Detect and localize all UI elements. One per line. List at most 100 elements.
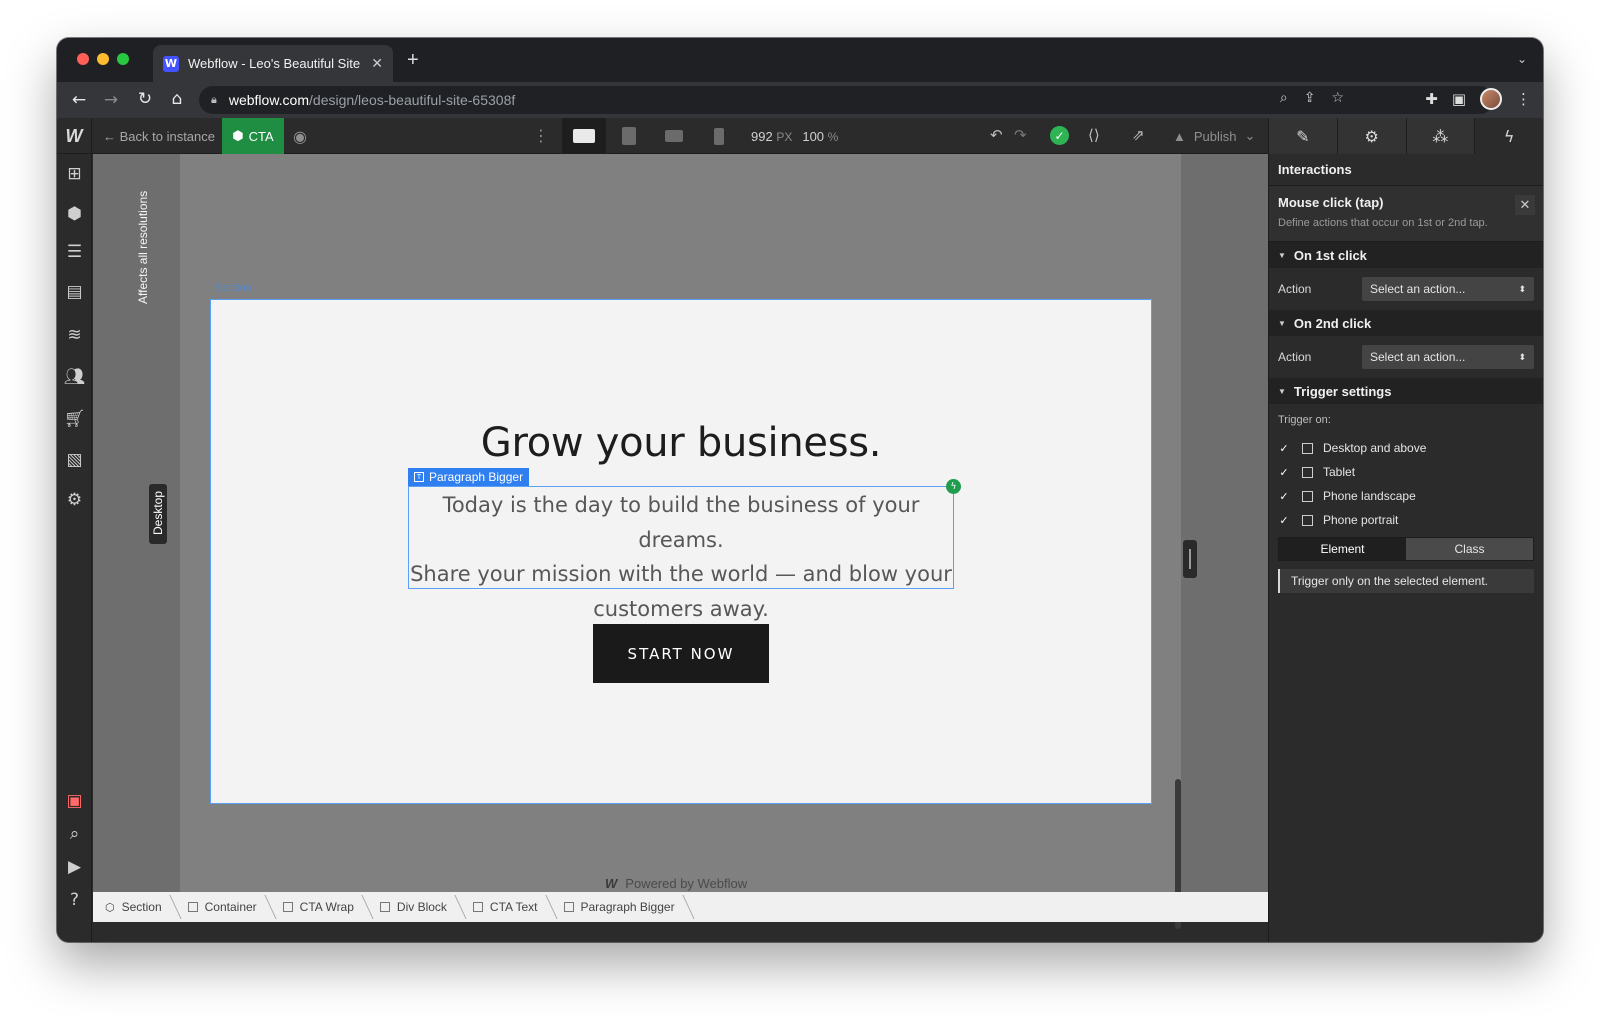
url-field[interactable]: 🔒︎ webflow.com/design/leos-beautiful-sit… bbox=[199, 86, 1494, 114]
section-hover-label: Section bbox=[215, 282, 252, 294]
share-export-icon[interactable]: ⇗ bbox=[1132, 126, 1145, 144]
section-element[interactable]: Grow your business. T Paragraph Bigger T… bbox=[210, 299, 1152, 804]
video-icon[interactable]: ▶ bbox=[57, 857, 92, 877]
box-icon bbox=[379, 902, 390, 912]
canvas-width-unit: PX bbox=[776, 129, 793, 144]
breakpoint-phone-portrait-button[interactable] bbox=[697, 118, 741, 154]
breadcrumb-item[interactable]: ⬡ Section bbox=[93, 892, 176, 922]
breadcrumb-item[interactable]: Paragraph Bigger bbox=[552, 892, 689, 922]
breadcrumb-item[interactable]: CTA Text bbox=[461, 892, 552, 922]
settings-icon[interactable]: ⚙ bbox=[57, 490, 92, 510]
add-icon[interactable]: ⊞ bbox=[57, 164, 92, 184]
checkbox-checked-icon[interactable]: ✓ bbox=[1278, 514, 1290, 527]
breadcrumb-item[interactable]: CTA Wrap bbox=[271, 892, 368, 922]
caret-down-icon: ▼ bbox=[1278, 386, 1286, 396]
browser-tab[interactable]: W Webflow - Leo's Beautiful Site ✕ bbox=[153, 45, 393, 82]
close-icon[interactable]: ✕ bbox=[1515, 195, 1535, 215]
paragraph-line: customers away. bbox=[593, 596, 769, 621]
powered-by-label: Powered by Webflow bbox=[625, 876, 748, 891]
publish-label: Publish bbox=[1193, 128, 1237, 144]
canvas-dimensions[interactable]: 992 PX 100 % bbox=[751, 118, 838, 154]
browser-window: W Webflow - Leo's Beautiful Site ✕ + ⌄ ←… bbox=[57, 38, 1543, 942]
cms-icon[interactable]: ≋ bbox=[57, 325, 92, 345]
checkbox-checked-icon[interactable]: ✓ bbox=[1278, 466, 1290, 479]
paragraph-line: Share your mission with the world — and … bbox=[410, 562, 952, 586]
trigger-card: Mouse click (tap) Define actions that oc… bbox=[1269, 186, 1543, 242]
box-icon bbox=[187, 902, 198, 912]
tab-interactions-bolt-icon[interactable]: ϟ bbox=[1474, 118, 1543, 154]
first-click-section-header[interactable]: ▼ On 1st click bbox=[1269, 242, 1543, 268]
paragraph-text[interactable]: Today is the day to build the business o… bbox=[409, 487, 953, 626]
trigger-device-desktop[interactable]: ✓ Desktop and above bbox=[1278, 436, 1534, 460]
breakpoint-phone-landscape-button[interactable] bbox=[652, 118, 696, 154]
start-now-button[interactable]: START NOW bbox=[593, 624, 769, 683]
navigator-icon[interactable]: ☰ bbox=[57, 242, 92, 262]
users-icon[interactable]: 👥︎ bbox=[57, 367, 92, 387]
design-canvas[interactable]: Affects all resolutions Desktop Section … bbox=[93, 154, 1268, 929]
record-icon[interactable]: ▣ bbox=[57, 791, 92, 811]
breakpoint-desktop-button[interactable] bbox=[562, 118, 606, 154]
pages-icon[interactable]: ▤ bbox=[57, 282, 92, 302]
webflow-mark-icon: W bbox=[605, 876, 618, 891]
selected-paragraph[interactable]: T Paragraph Bigger Today is the day to b… bbox=[408, 468, 961, 621]
code-export-icon[interactable]: ⟨⟩ bbox=[1088, 126, 1100, 144]
trigger-device-phone-landscape[interactable]: ✓ Phone landscape bbox=[1278, 484, 1534, 508]
close-tab-icon[interactable]: ✕ bbox=[371, 55, 383, 72]
redo-icon[interactable]: ↷ bbox=[1014, 126, 1027, 144]
breadcrumb-item[interactable]: Div Block bbox=[368, 892, 461, 922]
profile-avatar[interactable] bbox=[1480, 88, 1502, 110]
trigger-device-phone-portrait[interactable]: ✓ Phone portrait bbox=[1278, 508, 1534, 532]
help-icon[interactable]: ? bbox=[57, 890, 92, 910]
section-label: Trigger settings bbox=[1293, 383, 1392, 399]
preview-eye-icon[interactable]: ◉ bbox=[293, 127, 307, 147]
page-heading[interactable]: Grow your business. bbox=[211, 420, 1151, 466]
zoom-search-icon[interactable]: ⌕ bbox=[1280, 90, 1288, 106]
breakpoint-tablet-button[interactable] bbox=[607, 118, 651, 154]
trigger-settings-section-header[interactable]: ▼ Trigger settings bbox=[1269, 378, 1543, 404]
extensions-puzzle-icon[interactable]: ✚ bbox=[1425, 90, 1438, 108]
back-arrow-icon[interactable]: ← bbox=[63, 90, 95, 110]
desktop-breakpoint-label: Desktop bbox=[151, 490, 165, 536]
ecommerce-icon[interactable]: 🛒︎ bbox=[57, 409, 92, 429]
tab-style-brush-icon[interactable]: ✎ bbox=[1268, 118, 1337, 154]
back-to-instance-link[interactable]: ← Back to instance bbox=[103, 118, 215, 154]
browser-menu-icon[interactable]: ⋮ bbox=[1516, 90, 1531, 108]
second-click-action-select[interactable]: Select an action... ⬍ bbox=[1362, 345, 1534, 369]
assets-icon[interactable]: ▧ bbox=[57, 450, 92, 470]
more-options-icon[interactable]: ⋮ bbox=[533, 126, 549, 146]
share-icon[interactable]: ⇪ bbox=[1304, 90, 1316, 106]
trigger-settings-body: Trigger on: ✓ Desktop and above ✓ Tablet… bbox=[1269, 404, 1543, 593]
second-click-section-header[interactable]: ▼ On 2nd click bbox=[1269, 310, 1543, 336]
components-icon[interactable]: ⬢ bbox=[57, 204, 92, 224]
bookmark-star-icon[interactable]: ☆ bbox=[1331, 90, 1344, 106]
selected-element-tag[interactable]: T Paragraph Bigger bbox=[408, 468, 530, 486]
left-sidebar: ⊞ ⬢ ☰ ▤ ≋ 👥︎ 🛒︎ ▧ ⚙ ▣ ⌕ ▶ ? bbox=[57, 154, 92, 942]
breadcrumb-item[interactable]: Container bbox=[176, 892, 271, 922]
publish-button[interactable]: ▲ Publish ⌄ bbox=[1173, 118, 1255, 154]
home-icon[interactable]: ⌂ bbox=[161, 89, 193, 109]
undo-icon[interactable]: ↶ bbox=[990, 126, 1003, 144]
tab-search-chevron-icon[interactable]: ⌄ bbox=[1517, 52, 1527, 66]
search-icon[interactable]: ⌕ bbox=[57, 824, 92, 844]
new-tab-button[interactable]: + bbox=[407, 50, 419, 70]
class-toggle-button[interactable]: Class bbox=[1406, 538, 1533, 560]
checkbox-checked-icon[interactable]: ✓ bbox=[1278, 442, 1290, 455]
tab-settings-gear-icon[interactable]: ⚙ bbox=[1336, 118, 1406, 154]
symbol-cta-badge[interactable]: ⬢ CTA bbox=[222, 118, 284, 154]
forward-arrow-icon[interactable]: → bbox=[95, 90, 127, 110]
interaction-bolt-icon[interactable]: ϟ bbox=[946, 479, 961, 494]
canvas-gutter-right bbox=[1181, 154, 1268, 892]
trigger-device-tablet[interactable]: ✓ Tablet bbox=[1278, 460, 1534, 484]
minimize-window-button[interactable] bbox=[97, 53, 109, 65]
webflow-logo-icon[interactable]: W bbox=[57, 118, 92, 154]
url-path: /design/leos-beautiful-site-65308f bbox=[309, 92, 516, 108]
canvas-resize-handle[interactable] bbox=[1183, 540, 1197, 578]
element-toggle-button[interactable]: Element bbox=[1279, 538, 1406, 560]
checkbox-checked-icon[interactable]: ✓ bbox=[1278, 490, 1290, 503]
close-window-button[interactable] bbox=[77, 53, 89, 65]
device-label: Desktop and above bbox=[1323, 441, 1427, 455]
tab-style-manager-icon[interactable]: ⁂ bbox=[1405, 118, 1475, 154]
first-click-action-select[interactable]: Select an action... ⬍ bbox=[1362, 277, 1534, 301]
side-panel-icon[interactable]: ▣ bbox=[1452, 90, 1466, 108]
maximize-window-button[interactable] bbox=[117, 53, 129, 65]
